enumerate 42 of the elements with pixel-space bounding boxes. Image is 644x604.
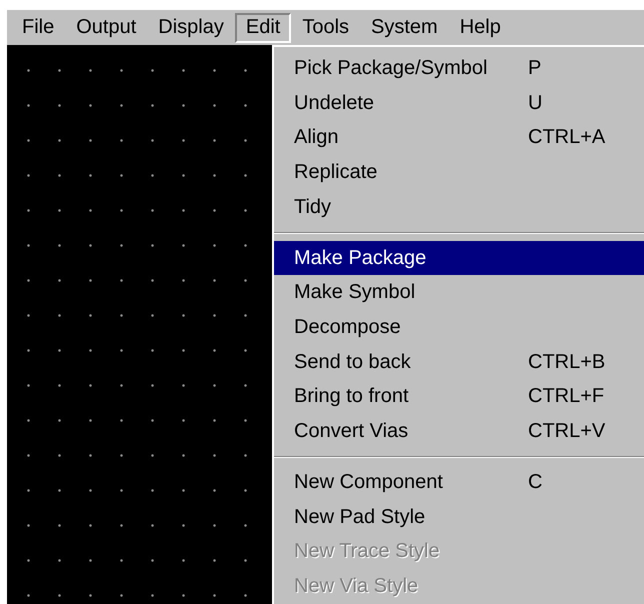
menu-item-label: New Trace Style <box>294 540 441 564</box>
menu-item-label: Make Symbol <box>294 281 416 304</box>
menu-item-label: New Component <box>294 470 444 494</box>
menu-title[interactable]: Display <box>147 12 235 42</box>
menu-item[interactable]: New Pad Style <box>274 500 644 535</box>
menu-item[interactable]: Bring to front CTRL+F <box>274 380 644 414</box>
menu-item[interactable]: Pick Package/Symbol P <box>274 51 644 86</box>
shortcut-key: CTRL+V <box>528 420 606 444</box>
shortcut-key: P <box>528 56 542 80</box>
menu-item-label: Replicate <box>294 161 378 184</box>
menu-item-label: New Pad Style <box>294 506 426 529</box>
menu-item[interactable]: Send to back CTRL+B <box>274 344 644 380</box>
shortcut-key: U <box>528 92 542 115</box>
menu-item-label: Align <box>294 126 340 150</box>
menu-item-label: Pick Package/Symbol <box>294 56 488 80</box>
menu-item[interactable]: New Component C <box>274 465 644 500</box>
menu-item[interactable]: Undelete U <box>274 86 644 120</box>
shortcut-key: C <box>528 470 542 494</box>
menu-item[interactable]: Align CTRL+A <box>274 120 644 156</box>
menu-title[interactable]: File <box>11 12 66 42</box>
menu-item-label: Send to back <box>294 350 412 374</box>
menu-item[interactable]: Make Package <box>274 240 644 276</box>
menu-title[interactable]: Output <box>65 12 148 42</box>
menu-item-label: Bring to front <box>294 385 410 408</box>
menu-item-label: Make Package <box>294 246 428 270</box>
shortcut-key: CTRL+F <box>528 385 604 408</box>
menu-title[interactable]: Edit <box>234 12 292 42</box>
menu-item[interactable]: Tidy <box>274 190 644 225</box>
menu-item[interactable]: Replicate <box>274 155 644 190</box>
menu-title[interactable]: System <box>360 12 449 42</box>
menu-item[interactable]: Make Symbol <box>274 275 644 310</box>
menu-item-label: Decompose <box>294 316 402 339</box>
menu-item[interactable]: Convert Vias CTRL+V <box>274 414 644 450</box>
menu-item-label: Undelete <box>294 92 376 115</box>
menu-item-label: New Via Style <box>294 575 420 598</box>
menu-item-label: Convert Vias <box>294 420 410 444</box>
shortcut-key: CTRL+A <box>528 126 606 150</box>
menu-item[interactable]: Decompose <box>274 310 644 345</box>
menu-title[interactable]: Tools <box>291 12 360 42</box>
menu-item-label: Tidy <box>294 196 332 219</box>
shortcut-key: CTRL+B <box>528 350 606 374</box>
menu-title[interactable]: Help <box>448 12 512 42</box>
